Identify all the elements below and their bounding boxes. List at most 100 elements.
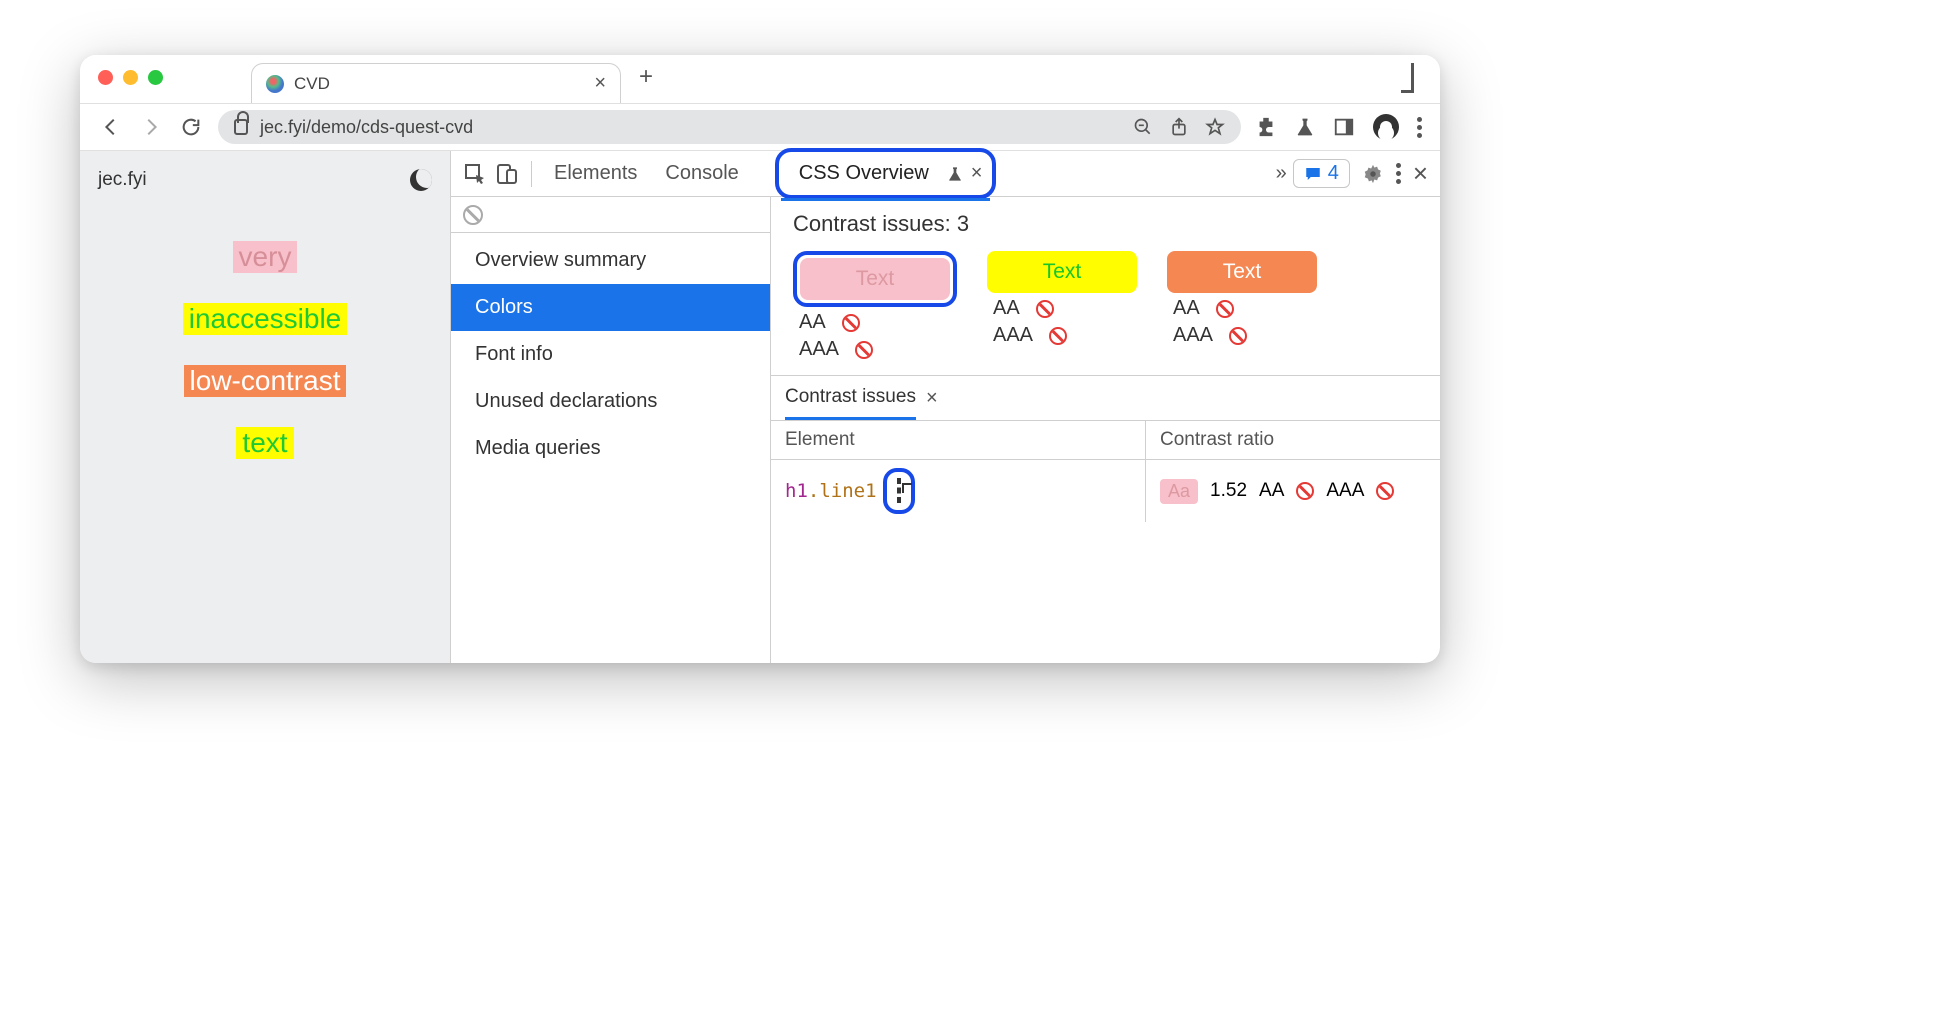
devtools-close-icon[interactable]: × bbox=[1413, 158, 1428, 189]
favicon-icon bbox=[266, 75, 284, 93]
nav-overview-summary[interactable]: Overview summary bbox=[451, 237, 770, 284]
extensions-icon[interactable] bbox=[1255, 116, 1277, 138]
tab-console[interactable]: Console bbox=[655, 156, 748, 191]
demo-text-line-2: inaccessible bbox=[183, 303, 348, 335]
browser-toolbar: jec.fyi/demo/cds-quest-cvd bbox=[80, 103, 1440, 151]
device-toggle-icon[interactable] bbox=[495, 162, 519, 186]
profile-avatar-icon[interactable] bbox=[1373, 114, 1399, 140]
window-maximize-button[interactable] bbox=[148, 70, 163, 85]
cell-element: h1.line1 bbox=[771, 460, 1146, 522]
overview-nav-list: Overview summary Colors Font info Unused… bbox=[451, 233, 770, 472]
nav-colors[interactable]: Colors bbox=[451, 284, 770, 331]
messages-badge[interactable]: 4 bbox=[1293, 159, 1350, 188]
demo-text-line-1: very bbox=[233, 241, 298, 273]
back-button[interactable] bbox=[98, 114, 124, 140]
settings-gear-icon[interactable] bbox=[1362, 163, 1384, 185]
devtools-main: Contrast issues: 3 Text AA AAA Text A bbox=[771, 197, 1440, 663]
tab-title: CVD bbox=[294, 74, 330, 94]
zoom-out-icon[interactable] bbox=[1133, 117, 1153, 137]
contrast-issues-heading: Contrast issues: 3 bbox=[771, 197, 1440, 251]
window-close-button[interactable] bbox=[98, 70, 113, 85]
swatch-group-2: Text AA AAA bbox=[987, 251, 1137, 361]
devtools-sidebar: Overview summary Colors Font info Unused… bbox=[451, 197, 771, 663]
demo-text-line-4: text bbox=[236, 427, 293, 459]
content-area: jec.fyi very inaccessible low-contrast t… bbox=[80, 151, 1440, 663]
tab-css-overview[interactable]: CSS Overview bbox=[789, 156, 939, 191]
address-bar[interactable]: jec.fyi/demo/cds-quest-cvd bbox=[218, 110, 1241, 144]
tab-css-overview-highlight: CSS Overview × bbox=[775, 148, 997, 199]
nav-media-queries[interactable]: Media queries bbox=[451, 425, 770, 472]
inspect-icon[interactable] bbox=[463, 162, 487, 186]
fail-icon bbox=[1229, 327, 1247, 345]
contrast-issues-panel: Contrast issues × Element Contrast ratio… bbox=[771, 375, 1440, 522]
fail-icon bbox=[1296, 482, 1314, 500]
contrast-table-header: Element Contrast ratio bbox=[771, 421, 1440, 460]
fail-icon bbox=[1036, 300, 1054, 318]
swatch-group-1: Text AA AAA bbox=[793, 251, 957, 361]
aa-row: AA bbox=[793, 311, 957, 334]
clear-icon[interactable] bbox=[463, 205, 483, 225]
theme-toggle-icon[interactable] bbox=[410, 169, 432, 191]
tab-elements[interactable]: Elements bbox=[544, 156, 647, 191]
fail-icon bbox=[842, 314, 860, 332]
fail-icon bbox=[855, 341, 873, 359]
contrast-heading-prefix: Contrast issues: bbox=[793, 211, 957, 236]
bookmark-star-icon[interactable] bbox=[1205, 117, 1225, 137]
devtools-tabbar: Elements Console CSS Overview × » 4 bbox=[451, 151, 1440, 197]
browser-window: CVD × + jec.fyi/demo/cds-quest-cvd bbox=[80, 55, 1440, 663]
side-panel-icon[interactable] bbox=[1333, 116, 1355, 138]
scroll-into-view-icon[interactable] bbox=[897, 478, 901, 503]
contrast-panel-tab[interactable]: Contrast issues bbox=[785, 386, 916, 420]
site-label: jec.fyi bbox=[98, 169, 147, 191]
contrast-heading-count: 3 bbox=[957, 211, 969, 236]
page-header: jec.fyi bbox=[98, 169, 432, 191]
browser-tab[interactable]: CVD × bbox=[251, 63, 621, 103]
sample-aa-swatch: Aa bbox=[1160, 479, 1198, 504]
demo-text-line-3: low-contrast bbox=[184, 365, 347, 397]
aaa-label: AAA bbox=[1326, 480, 1364, 502]
cell-contrast-ratio: Aa 1.52 AA AAA bbox=[1146, 460, 1440, 522]
fail-icon bbox=[1216, 300, 1234, 318]
scroll-into-view-highlight bbox=[883, 468, 915, 514]
tabs-overflow-button[interactable] bbox=[1401, 68, 1414, 86]
element-selector: h1.line1 bbox=[785, 480, 877, 502]
toolbar-right-group bbox=[1255, 114, 1422, 140]
tab-close-icon[interactable]: × bbox=[594, 72, 606, 95]
tab-close-icon[interactable]: × bbox=[971, 162, 983, 185]
nav-unused-declarations[interactable]: Unused declarations bbox=[451, 378, 770, 425]
fail-icon bbox=[1376, 482, 1394, 500]
contrast-swatches: Text AA AAA Text AA AAA Text AA bbox=[771, 251, 1440, 375]
contrast-swatch-2[interactable]: Text bbox=[987, 251, 1137, 293]
nav-font-info[interactable]: Font info bbox=[451, 331, 770, 378]
labs-flask-icon[interactable] bbox=[1295, 116, 1315, 138]
devtools-menu-icon[interactable] bbox=[1396, 163, 1401, 184]
window-minimize-button[interactable] bbox=[123, 70, 138, 85]
experiment-flask-icon bbox=[947, 164, 963, 184]
browser-tabstrip: CVD × + bbox=[80, 55, 1440, 103]
window-controls bbox=[98, 70, 163, 85]
share-icon[interactable] bbox=[1169, 117, 1189, 137]
devtools-panel: Elements Console CSS Overview × » 4 bbox=[450, 151, 1440, 663]
swatch-group-3: Text AA AAA bbox=[1167, 251, 1317, 361]
col-contrast-ratio: Contrast ratio bbox=[1146, 421, 1440, 459]
clear-overview-row bbox=[451, 197, 770, 233]
browser-menu-button[interactable] bbox=[1417, 117, 1422, 138]
aa-label: AA bbox=[1259, 480, 1284, 502]
ratio-value: 1.52 bbox=[1210, 480, 1247, 502]
forward-button[interactable] bbox=[138, 114, 164, 140]
lock-icon bbox=[234, 119, 248, 135]
reload-button[interactable] bbox=[178, 114, 204, 140]
panel-close-icon[interactable]: × bbox=[926, 387, 938, 419]
rendered-page: jec.fyi very inaccessible low-contrast t… bbox=[80, 151, 450, 663]
devtools-body: Overview summary Colors Font info Unused… bbox=[451, 197, 1440, 663]
col-element: Element bbox=[771, 421, 1146, 459]
contrast-panel-tabbar: Contrast issues × bbox=[771, 376, 1440, 421]
new-tab-button[interactable]: + bbox=[639, 63, 653, 91]
chevron-down-icon bbox=[1401, 63, 1414, 93]
contrast-swatch-1[interactable]: Text bbox=[800, 258, 950, 300]
more-tabs-icon[interactable]: » bbox=[1276, 162, 1281, 185]
fail-icon bbox=[1049, 327, 1067, 345]
url-text: jec.fyi/demo/cds-quest-cvd bbox=[260, 117, 473, 138]
contrast-swatch-3[interactable]: Text bbox=[1167, 251, 1317, 293]
contrast-table-row[interactable]: h1.line1 Aa 1.52 AA bbox=[771, 460, 1440, 522]
